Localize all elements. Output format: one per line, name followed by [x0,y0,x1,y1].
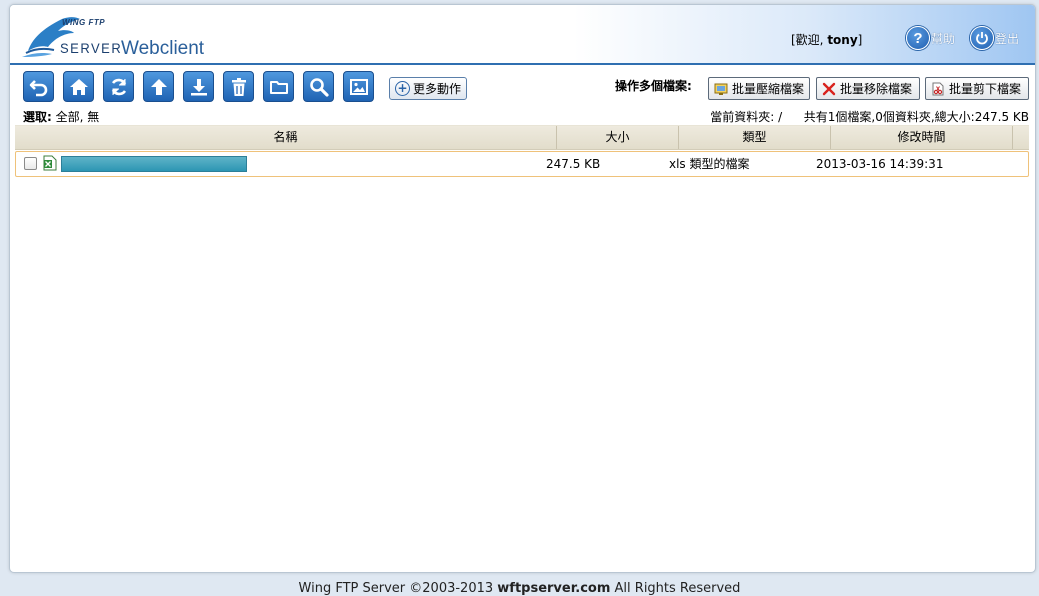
help-icon: ? [906,26,930,50]
username: tony [827,33,858,47]
red-x-icon [822,82,836,95]
thumbnail-button[interactable] [343,71,374,102]
logout-button[interactable]: 登出 [970,25,1019,51]
main-panel: WING FTP SERVER Webclient [歡迎, tony] ? 幫… [9,4,1036,573]
batch-cut-label: 批量剪下檔案 [949,82,1022,96]
footer: Wing FTP Server ©2003-2013 wftpserver.co… [0,581,1039,596]
refresh-icon [111,78,126,95]
home-button[interactable] [63,71,94,102]
footer-prefix: Wing FTP Server ©2003-2013 [298,581,498,596]
folder-status: 當前資料夾: / 共有1個檔案,0個資料夾,總大小:247.5 KB [710,108,1029,125]
column-header-name[interactable]: 名稱 [15,126,557,149]
row-checkbox[interactable] [24,157,37,170]
logout-label: 登出 [995,31,1020,46]
welcome-suffix: ] [857,33,863,47]
trash-icon [231,77,246,96]
search-icon [309,77,329,97]
help-label: 幫助 [931,31,956,46]
refresh-button[interactable] [103,71,134,102]
multi-file-label: 操作多個檔案: [615,79,692,93]
undo-arrow-icon [29,79,47,96]
upload-arrow-icon [150,78,167,95]
current-folder-label: 當前資料夾: [710,110,775,124]
download-button[interactable] [183,71,214,102]
download-icon [190,78,207,95]
search-button[interactable] [303,71,334,102]
file-name-redacted[interactable] [61,156,247,172]
back-button[interactable] [23,71,54,102]
column-header-type[interactable]: 類型 [679,126,831,149]
cut-document-icon [932,82,944,95]
footer-site-link[interactable]: wftpserver.com [497,581,610,596]
current-folder-path: / [778,110,783,124]
table-row[interactable]: 247.5 KB xls 類型的檔案 2013-03-16 14:39:31 [15,151,1029,177]
image-icon [349,78,368,95]
upload-button[interactable] [143,71,174,102]
home-icon [69,78,88,95]
new-folder-button[interactable] [263,71,294,102]
folder-summary: 共有1個檔案,0個資料夾,總大小:247.5 KB [803,110,1029,124]
batch-zip-label: 批量壓縮檔案 [731,82,804,96]
header-bar: WING FTP SERVER Webclient [歡迎, tony] ? 幫… [10,5,1035,65]
batch-cut-button[interactable]: 批量剪下檔案 [925,77,1029,100]
help-button[interactable]: ? 幫助 [906,25,955,51]
plus-circle-icon: + [394,81,410,96]
file-modified-time: 2013-03-16 14:39:31 [816,157,944,171]
folder-icon [269,80,288,94]
batch-zip-button[interactable]: 批量壓縮檔案 [708,77,810,100]
logo-server-text: SERVER [60,40,123,57]
welcome-message: [歡迎, tony] [791,31,862,48]
more-actions-label: 更多動作 [412,82,461,96]
select-all-link[interactable]: 全部 [56,110,80,124]
selection-row: 選取: 全部, 無 [23,108,99,125]
file-table-header: 名稱 大小 類型 修改時間 [15,125,1029,150]
excel-file-icon [43,155,57,171]
batch-delete-button[interactable]: 批量移除檔案 [816,77,920,100]
more-actions-button[interactable]: + 更多動作 [389,77,467,100]
logo-wing-ftp-text: WING FTP [62,18,106,27]
column-header-modified[interactable]: 修改時間 [831,126,1013,149]
file-type: xls 類型的檔案 [669,157,750,171]
delete-button[interactable] [223,71,254,102]
power-icon [970,26,994,50]
selection-label: 選取: [23,110,52,124]
select-none-link[interactable]: 無 [87,110,99,124]
footer-suffix: All Rights Reserved [610,581,741,596]
file-size: 247.5 KB [546,157,601,171]
batch-delete-label: 批量移除檔案 [840,82,913,96]
column-header-size[interactable]: 大小 [557,126,679,149]
logo-webclient-text: Webclient [121,38,205,59]
welcome-prefix: [歡迎, [791,33,828,47]
zip-archive-icon [714,83,728,95]
